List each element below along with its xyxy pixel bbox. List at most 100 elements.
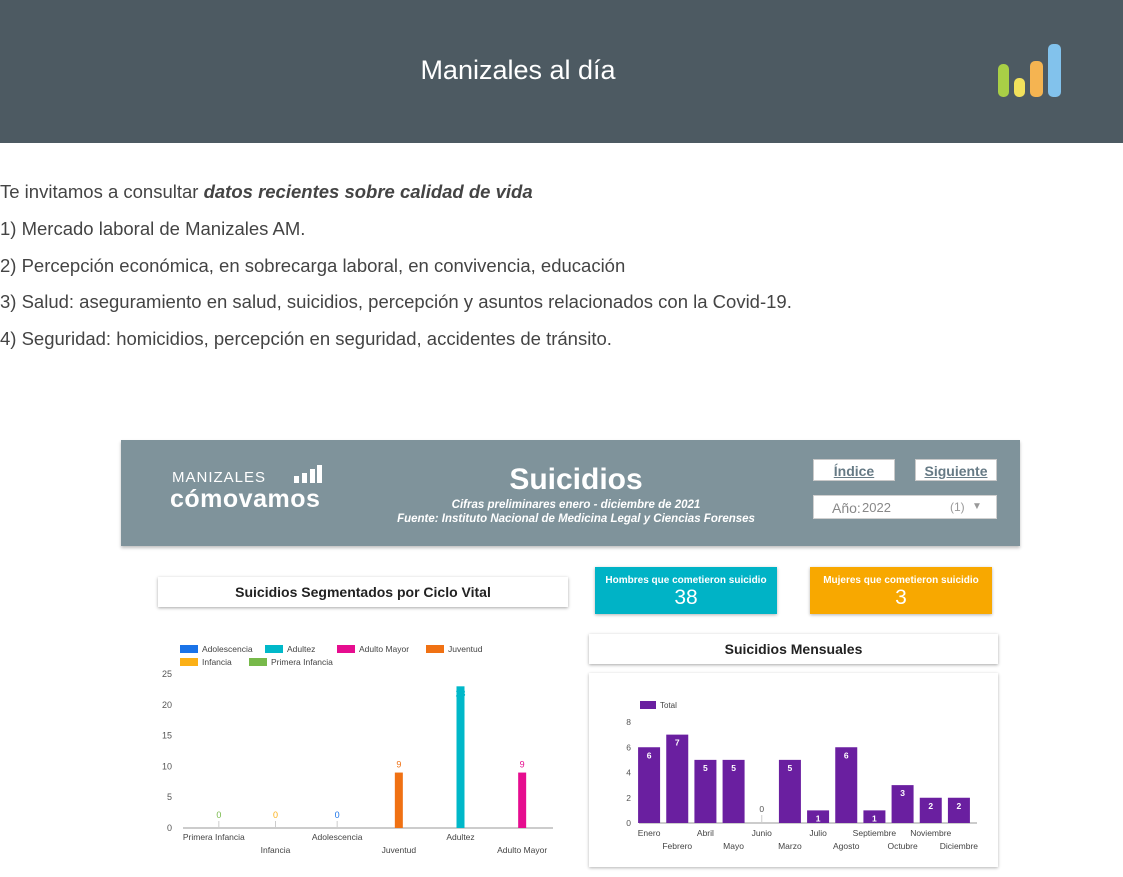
report-subtitle-dates: Cifras preliminares enero - diciembre de… bbox=[451, 499, 701, 511]
intro-item-4: 4) Seguridad: homicidios, percepción en … bbox=[0, 328, 612, 349]
data-label: 23 bbox=[455, 688, 465, 698]
report-title: Suicidios bbox=[509, 463, 643, 496]
index-button[interactable]: Índice bbox=[813, 459, 895, 481]
data-label: 6 bbox=[647, 750, 652, 760]
legend-swatch bbox=[640, 701, 656, 709]
legend-swatch bbox=[426, 645, 444, 653]
x-tick-label: Mayo bbox=[723, 841, 744, 851]
x-tick-label: Agosto bbox=[833, 841, 860, 851]
segment-chart: 0 5 10 15 20 25 Adolescencia Adultez Adulto Mayo… bbox=[162, 644, 553, 855]
year-filter-label: Año: bbox=[832, 500, 861, 516]
x-tick-label: Septiembre bbox=[853, 828, 897, 838]
x-tick-label: Adulto Mayor bbox=[497, 845, 547, 855]
x-tick-label: Abril bbox=[697, 828, 714, 838]
data-label: 5 bbox=[731, 763, 736, 773]
bar bbox=[394, 772, 403, 828]
bar bbox=[456, 686, 465, 828]
legend-label: Infancia bbox=[202, 657, 232, 667]
monthly-chart-panel: 0 2 4 6 8 Total 6 Enero 7 Febrero 5 Abril 5 Mayo 0 Juni… bbox=[589, 673, 998, 867]
data-label: 9 bbox=[520, 760, 525, 770]
chevron-down-icon: ▼ bbox=[972, 501, 982, 512]
y-tick-label: 20 bbox=[162, 700, 172, 710]
intro-item-1: 1) Mercado laboral de Manizales AM. bbox=[0, 218, 306, 239]
intro-item-2: 2) Percepción económica, en sobrecarga l… bbox=[0, 255, 626, 276]
intro-item-3: 3) Salud: aseguramiento en salud, suicid… bbox=[0, 291, 792, 312]
bar-chart-logo-icon bbox=[998, 44, 1061, 97]
x-tick-label: Octubre bbox=[887, 841, 918, 851]
legend-label: Adulto Mayor bbox=[359, 644, 409, 654]
y-tick-label: 2 bbox=[626, 793, 631, 803]
data-label: 0 bbox=[216, 810, 221, 820]
x-tick-label: Enero bbox=[638, 828, 661, 838]
data-label: 0 bbox=[759, 804, 764, 814]
legend-label: Juventud bbox=[448, 644, 483, 654]
data-label: 2 bbox=[957, 801, 962, 811]
x-tick-label: Adultez bbox=[446, 832, 474, 842]
brand-manizales: MANIZALES bbox=[172, 469, 267, 486]
segment-chart-title: Suicidios Segmentados por Ciclo Vital bbox=[158, 577, 568, 607]
women-kpi-label: Mujeres que cometieron suicidio bbox=[823, 575, 979, 586]
data-label: 7 bbox=[675, 738, 680, 748]
year-filter-count: (1) bbox=[950, 500, 965, 514]
monthly-chart-title: Suicidios Mensuales bbox=[589, 634, 998, 664]
legend-label: Total bbox=[660, 701, 677, 710]
x-tick-label: Infancia bbox=[261, 845, 291, 855]
monthly-chart: 0 2 4 6 8 Total 6 Enero 7 Febrero 5 Abril 5 Mayo 0 Juni… bbox=[626, 701, 979, 851]
segment-chart-panel: 0 5 10 15 20 25 Adolescencia Adultez Adulto Mayo… bbox=[158, 635, 568, 870]
data-label: 3 bbox=[900, 788, 905, 798]
y-tick-label: 5 bbox=[167, 792, 172, 802]
site-title: Manizales al día bbox=[420, 55, 616, 85]
x-tick-label: Primera Infancia bbox=[183, 832, 245, 842]
y-tick-label: 25 bbox=[162, 669, 172, 679]
brand-comovamos: cómovamos bbox=[170, 485, 321, 513]
x-tick-label: Diciembre bbox=[940, 841, 979, 851]
legend-label: Adolescencia bbox=[202, 644, 253, 654]
y-tick-label: 15 bbox=[162, 731, 172, 741]
legend-swatch bbox=[180, 658, 198, 666]
x-tick-label: Junio bbox=[752, 828, 773, 838]
x-tick-label: Noviembre bbox=[910, 828, 951, 838]
men-kpi-label: Hombres que cometieron suicidio bbox=[605, 575, 767, 586]
x-tick-label: Julio bbox=[809, 828, 827, 838]
y-tick-label: 0 bbox=[626, 818, 631, 828]
x-tick-label: Adolescencia bbox=[312, 832, 363, 842]
report-header: MANIZALES cómovamos Suicidios Cifras pre… bbox=[121, 440, 1020, 546]
men-kpi-value: 38 bbox=[674, 586, 698, 609]
data-label: 5 bbox=[788, 763, 793, 773]
legend-label: Adultez bbox=[287, 644, 315, 654]
x-tick-label: Febrero bbox=[662, 841, 692, 851]
x-tick-label: Juventud bbox=[382, 845, 417, 855]
men-kpi-card: Hombres que cometieron suicidio 38 bbox=[595, 567, 777, 614]
site-header: Manizales al día bbox=[0, 0, 1123, 143]
y-tick-label: 6 bbox=[626, 742, 631, 752]
women-kpi-card: Mujeres que cometieron suicidio 3 bbox=[810, 567, 992, 614]
legend-swatch bbox=[180, 645, 198, 653]
report-subtitle-source: Fuente: Instituto Nacional de Medicina L… bbox=[397, 513, 755, 525]
legend-swatch bbox=[249, 658, 267, 666]
y-tick-label: 8 bbox=[626, 717, 631, 727]
data-label: 1 bbox=[816, 813, 821, 823]
y-tick-label: 0 bbox=[167, 823, 172, 833]
data-label: 2 bbox=[928, 801, 933, 811]
women-kpi-value: 3 bbox=[895, 586, 907, 609]
data-label: 0 bbox=[273, 810, 278, 820]
suicides-report: MANIZALES cómovamos Suicidios Cifras pre… bbox=[121, 440, 1020, 877]
next-button[interactable]: Siguiente bbox=[915, 459, 997, 481]
y-tick-label: 10 bbox=[162, 761, 172, 771]
legend-swatch bbox=[265, 645, 283, 653]
data-label: 1 bbox=[872, 813, 877, 823]
x-tick-label: Marzo bbox=[778, 841, 802, 851]
data-label: 9 bbox=[396, 760, 401, 770]
intro-lead: Te invitamos a consultar datos recientes… bbox=[0, 181, 533, 202]
data-label: 0 bbox=[335, 810, 340, 820]
data-label: 5 bbox=[703, 763, 708, 773]
y-tick-label: 4 bbox=[626, 768, 631, 778]
brand-bars-icon bbox=[294, 465, 322, 483]
legend-label: Primera Infancia bbox=[271, 657, 333, 667]
bar bbox=[518, 772, 527, 828]
year-filter-dropdown[interactable]: Año: 2022 (1) ▼ bbox=[813, 495, 997, 519]
intro-lead-bold: datos recientes sobre calidad de vida bbox=[203, 181, 533, 202]
bar bbox=[666, 734, 689, 823]
data-label: 6 bbox=[844, 750, 849, 760]
year-filter-value: 2022 bbox=[862, 500, 891, 515]
